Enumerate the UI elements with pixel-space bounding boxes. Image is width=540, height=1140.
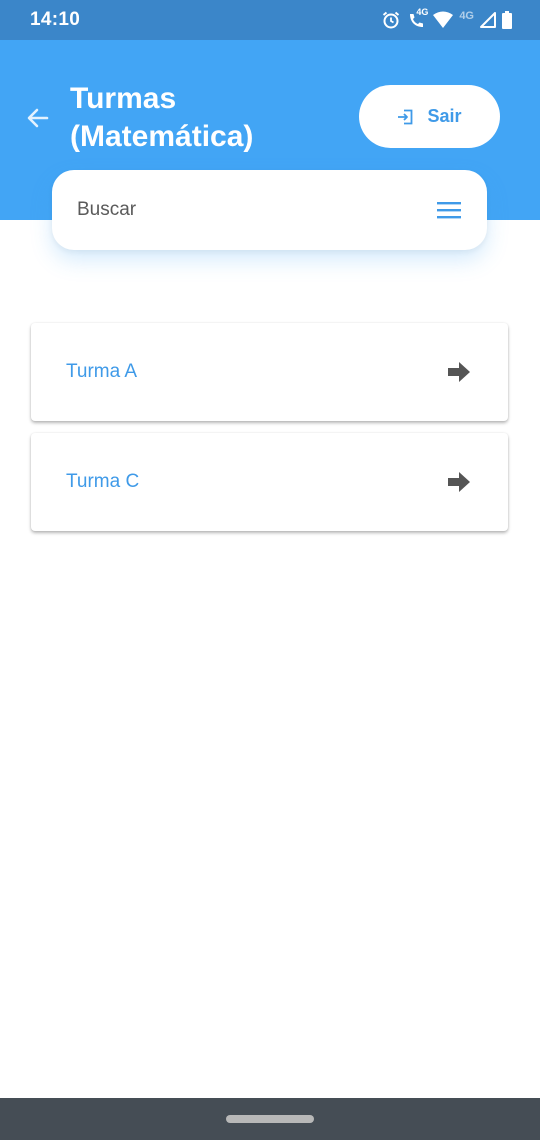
signal-icon [480, 12, 496, 28]
app-screen: 14:10 4G 4G Turmas (Matemática) Sair Bus… [0, 0, 540, 1140]
hamburger-menu-icon[interactable] [437, 198, 461, 222]
class-name: Turma A [66, 361, 138, 382]
battery-icon [502, 11, 512, 29]
logout-button[interactable]: Sair [359, 85, 500, 148]
status-bar: 14:10 4G 4G [0, 0, 540, 40]
wifi-icon [433, 11, 454, 29]
arrow-right-icon [448, 362, 470, 382]
status-time: 14:10 [30, 9, 81, 30]
list-item[interactable]: Turma C [31, 433, 508, 531]
page-title-line1: Turmas [70, 82, 177, 115]
alarm-icon [381, 10, 401, 30]
logout-label: Sair [427, 106, 462, 126]
search-input[interactable]: Buscar [77, 199, 136, 221]
arrow-left-icon [27, 108, 49, 128]
call-4g-label: 4G [416, 7, 429, 17]
system-nav-bar [0, 1098, 540, 1140]
arrow-right-icon [448, 472, 470, 492]
volte-call-icon: 4G [407, 7, 429, 30]
exit-icon [398, 109, 413, 124]
network-4g-label: 4G [459, 10, 474, 22]
page-title: Turmas (Matemática) [70, 80, 340, 156]
back-button[interactable] [22, 102, 54, 134]
page-title-line2: (Matemática) [70, 120, 254, 153]
search-bar[interactable]: Buscar [52, 170, 487, 250]
class-name: Turma C [66, 471, 140, 492]
status-icons: 4G 4G [381, 7, 512, 32]
list-item[interactable]: Turma A [31, 323, 508, 421]
home-gesture-handle[interactable] [226, 1115, 314, 1123]
